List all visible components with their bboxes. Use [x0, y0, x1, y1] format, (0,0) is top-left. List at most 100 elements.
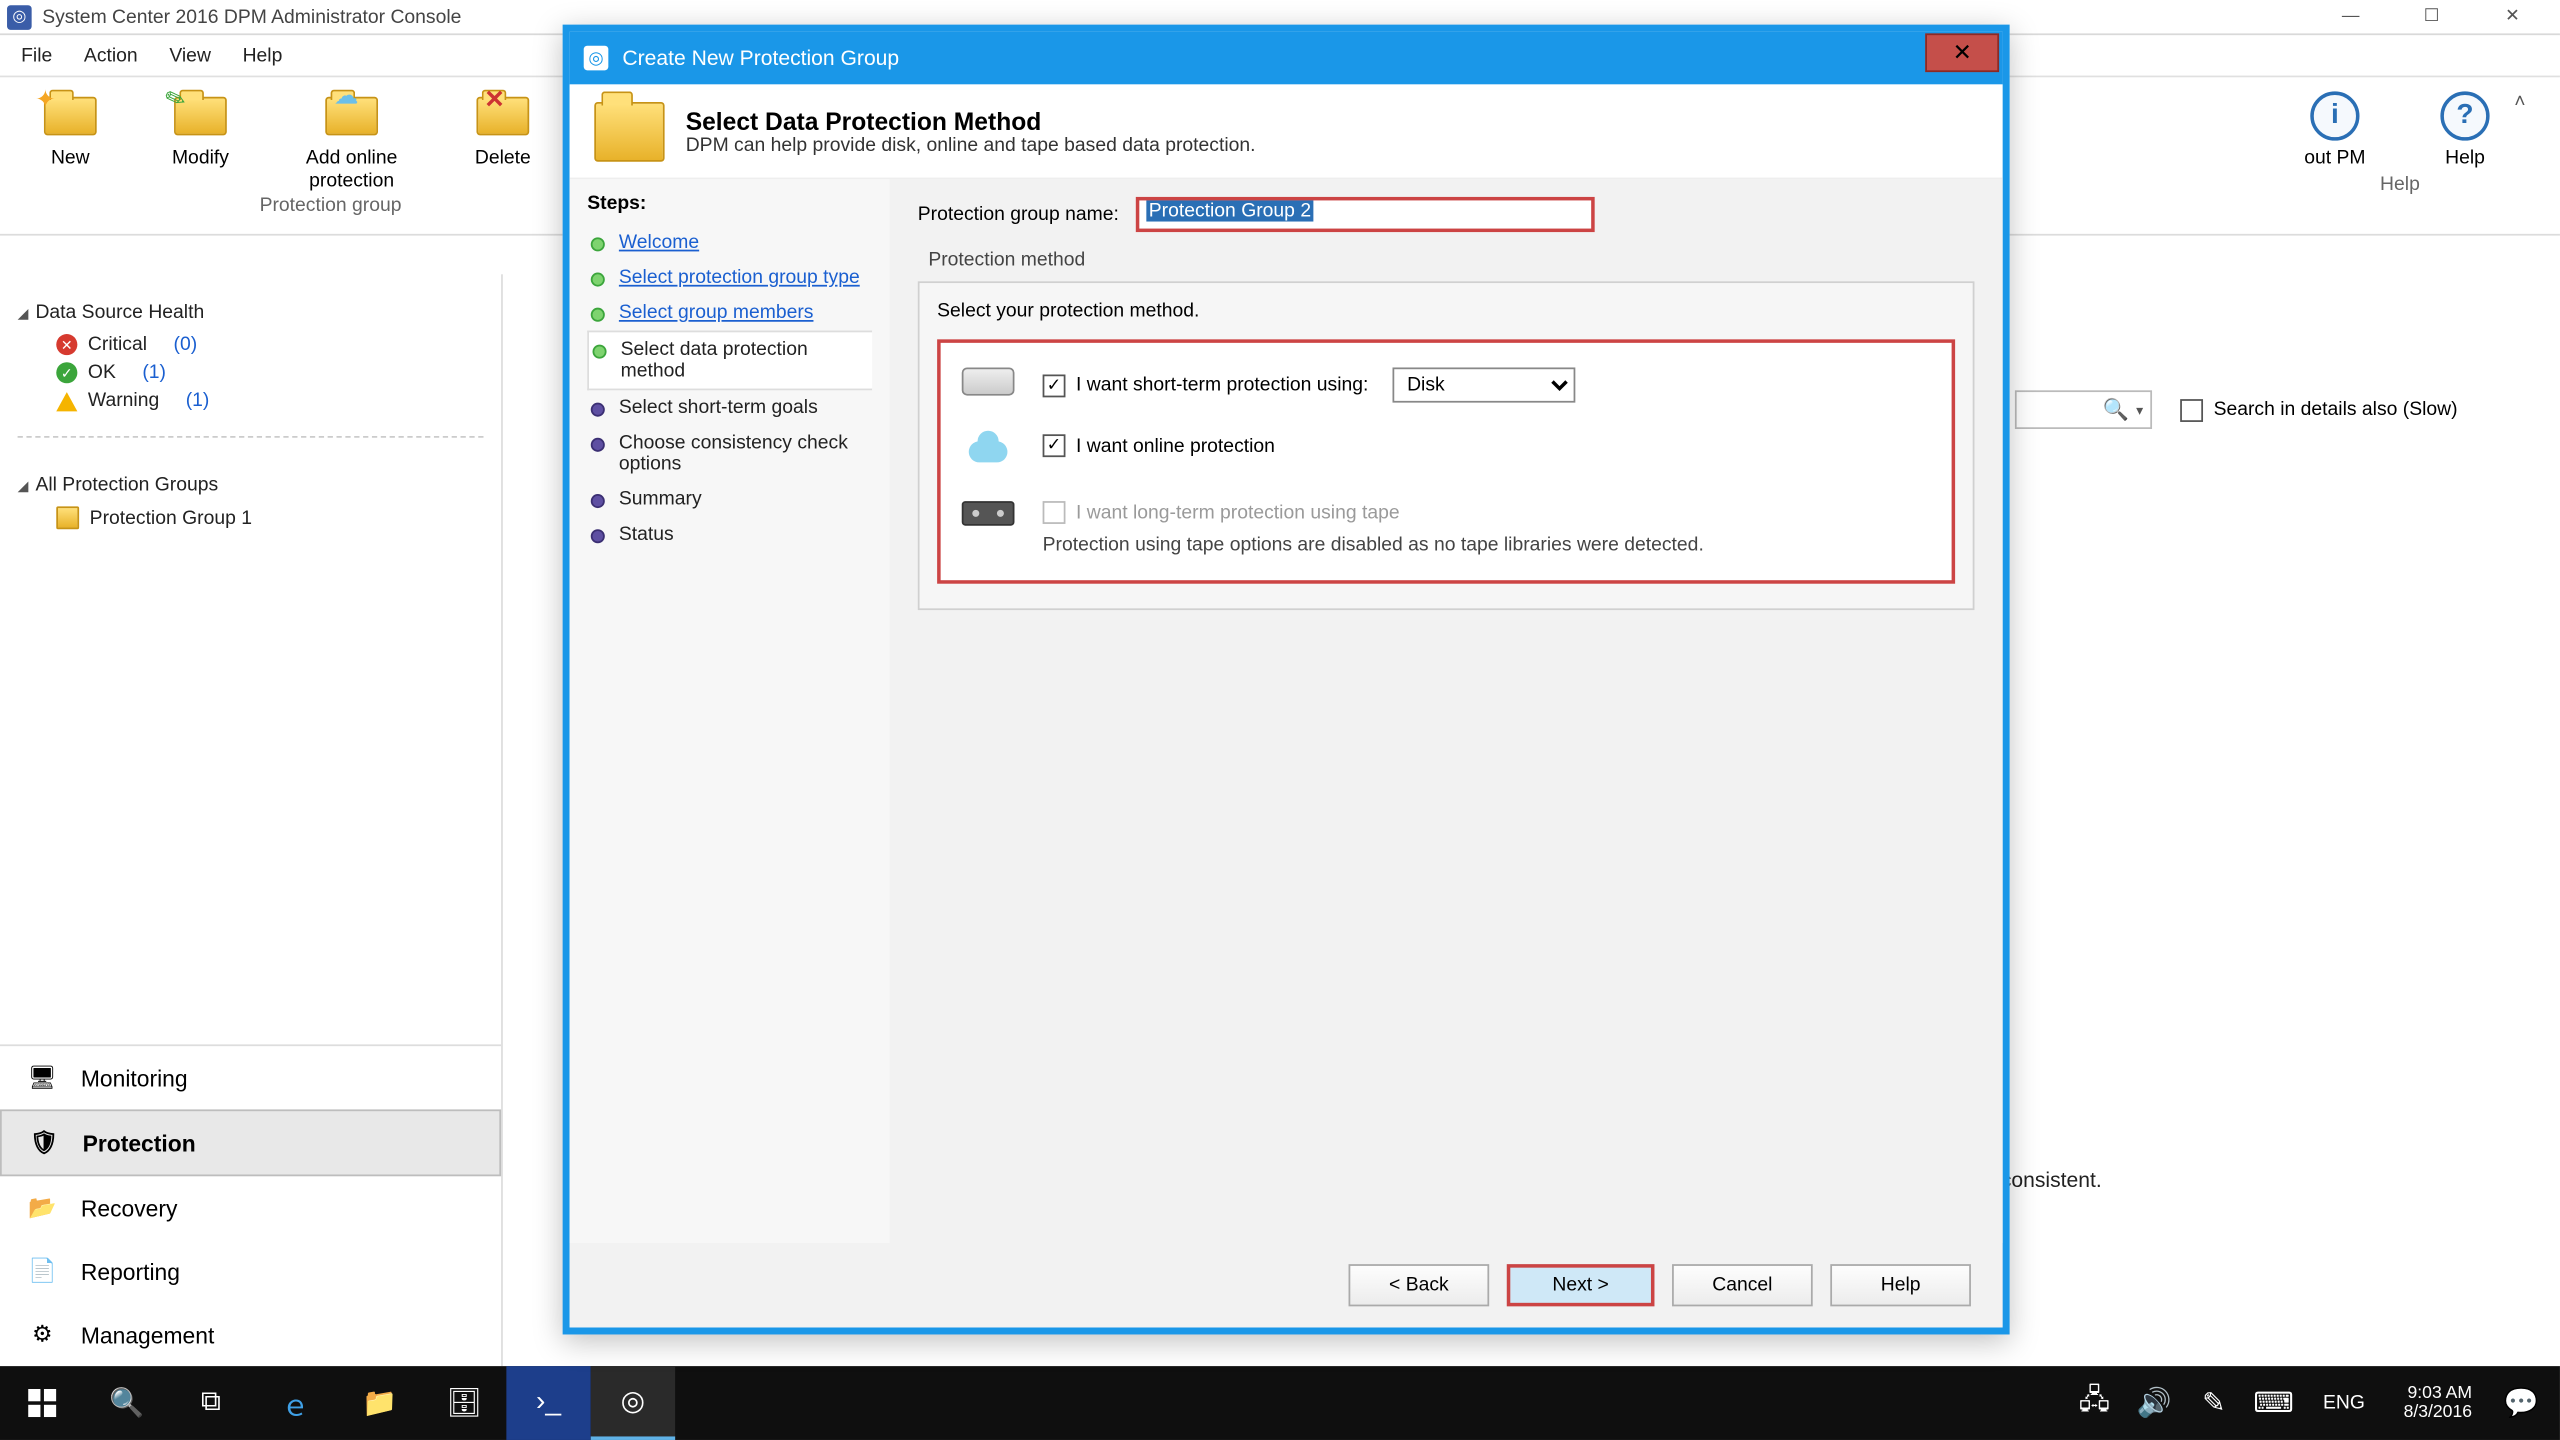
gear-icon: ⚙ — [25, 1317, 60, 1352]
step-consistency: Choose consistency check options — [587, 425, 872, 481]
info-icon: i — [2310, 91, 2359, 140]
protection-group-name-input[interactable]: Protection Group 2 — [1136, 197, 1595, 232]
start-button[interactable] — [0, 1366, 84, 1440]
short-term-row: ✓I want short-term protection using: Dis… — [962, 367, 1931, 406]
monitor-icon: 🖥 — [25, 1060, 60, 1095]
wizard-steps: Steps: Welcome Select protection group t… — [570, 179, 890, 1243]
tray-pen-icon[interactable]: ✎ — [2193, 1366, 2235, 1440]
ribbon-delete[interactable]: × Delete — [454, 88, 552, 192]
recovery-icon: 📂 — [25, 1190, 60, 1225]
close-button[interactable]: ✕ — [2472, 0, 2553, 34]
maximize-button[interactable]: ☐ — [2391, 0, 2472, 34]
ribbon-add-online[interactable]: ☁ Add online protection — [281, 88, 422, 192]
tape-icon — [962, 501, 1015, 526]
taskbar-explorer[interactable]: 📁 — [338, 1366, 422, 1440]
ribbon-group-help: i out PM ? Help Help — [2286, 88, 2515, 202]
nav-recovery[interactable]: 📂Recovery — [0, 1176, 501, 1239]
dpm-main-window: ◎ System Center 2016 DPM Administrator C… — [0, 0, 2560, 1440]
dialog-header: Select Data Protection Method DPM can he… — [570, 84, 2003, 179]
ribbon-group-caption: Protection group — [260, 192, 402, 224]
nav-list: 🖥Monitoring 🛡Protection 📂Recovery 📄Repor… — [0, 1044, 501, 1366]
step-summary: Summary — [587, 482, 872, 517]
tape-protection-checkbox: I want long-term protection using tape — [1043, 501, 1704, 524]
chevron-down-icon[interactable]: ▾ — [2136, 402, 2143, 418]
menu-action[interactable]: Action — [84, 45, 138, 66]
tape-row: I want long-term protection using tape P… — [962, 501, 1931, 556]
dialog-footer: < Back Next > Cancel Help — [570, 1243, 2003, 1327]
tray-clock[interactable]: 9:03 AM8/3/2016 — [2393, 1383, 2483, 1423]
help-icon: ? — [2440, 91, 2489, 140]
protection-group-icon — [56, 506, 79, 529]
protection-method-options: ✓I want short-term protection using: Dis… — [937, 339, 1955, 583]
help-button[interactable]: Help — [1830, 1264, 1971, 1306]
short-term-select[interactable]: Disk — [1393, 367, 1576, 402]
online-protection-checkbox[interactable]: ✓I want online protection — [1043, 434, 1275, 457]
checkbox-icon — [2180, 398, 2203, 421]
dialog-heading: Select Data Protection Method — [686, 106, 1256, 134]
step-group-type[interactable]: Select protection group type — [587, 260, 872, 295]
sidebar: ◢Data Source Health ✕Critical (0) ✓OK (1… — [0, 274, 503, 1366]
ribbon-modify[interactable]: ✎ Modify — [151, 88, 249, 192]
tray-notifications-icon[interactable]: 💬 — [2500, 1366, 2542, 1440]
step-protection-method[interactable]: Select data protection method — [587, 331, 872, 391]
protection-method-box: Select your protection method. ✓I want s… — [918, 281, 1975, 610]
tree-health-header[interactable]: ◢Data Source Health — [18, 302, 484, 323]
tree-group-1[interactable]: Protection Group 1 — [18, 503, 484, 533]
online-row: ✓I want online protection — [962, 434, 1931, 473]
dialog-titlebar: ◎ Create New Protection Group ✕ — [570, 32, 2003, 85]
folder-new-icon: ✦ — [44, 97, 97, 136]
short-term-checkbox[interactable]: ✓I want short-term protection using: — [1043, 374, 1369, 397]
search-input[interactable]: 🔍▾ — [2015, 390, 2152, 429]
create-protection-group-dialog: ◎ Create New Protection Group ✕ Select D… — [563, 25, 2010, 1335]
menu-view[interactable]: View — [169, 45, 211, 66]
menu-help[interactable]: Help — [243, 45, 283, 66]
folder-delete-icon: × — [476, 97, 529, 136]
search-details-checkbox[interactable]: Search in details also (Slow) — [2180, 398, 2457, 421]
health-ok[interactable]: ✓OK (1) — [18, 359, 484, 387]
warning-icon — [56, 391, 77, 410]
next-button[interactable]: Next > — [1507, 1264, 1655, 1306]
critical-icon: ✕ — [56, 334, 77, 355]
nav-reporting[interactable]: 📄Reporting — [0, 1240, 501, 1303]
window-title: System Center 2016 DPM Administrator Con… — [42, 6, 461, 27]
ribbon-about[interactable]: i out PM — [2286, 88, 2384, 170]
search-bar-area: 🔍▾ Search in details also (Slow) — [2001, 352, 2543, 468]
tray-volume-icon[interactable]: 🔊 — [2133, 1366, 2175, 1440]
tray-keyboard-icon[interactable]: ⌨ — [2253, 1366, 2295, 1440]
app-icon: ◎ — [7, 4, 32, 29]
taskbar-powershell[interactable]: ›_ — [506, 1366, 590, 1440]
ribbon-help[interactable]: ? Help — [2416, 88, 2514, 170]
status-note: consistent. — [2001, 1167, 2528, 1192]
dialog-close-button[interactable]: ✕ — [1925, 33, 1999, 72]
ribbon-help-caption: Help — [2380, 170, 2420, 202]
step-group-members[interactable]: Select group members — [587, 295, 872, 330]
taskbar-taskview[interactable]: ⧉ — [169, 1366, 253, 1440]
health-critical[interactable]: ✕Critical (0) — [18, 331, 484, 359]
disk-icon — [962, 367, 1015, 395]
tray-language[interactable]: ENG — [2312, 1392, 2375, 1413]
steps-header: Steps: — [587, 193, 872, 214]
report-icon: 📄 — [25, 1254, 60, 1289]
menu-file[interactable]: File — [21, 45, 52, 66]
taskbar-dpm[interactable]: ◎ — [591, 1366, 675, 1440]
protection-method-text: Select your protection method. — [937, 301, 1955, 322]
tray-network-icon[interactable]: 🖧 — [2073, 1366, 2115, 1440]
taskbar-server[interactable]: 🗄 — [422, 1366, 506, 1440]
cancel-button[interactable]: Cancel — [1672, 1264, 1813, 1306]
nav-protection[interactable]: 🛡Protection — [0, 1109, 501, 1176]
step-welcome[interactable]: Welcome — [587, 225, 872, 260]
step-status: Status — [587, 517, 872, 552]
taskbar-ie[interactable]: ｅ — [253, 1366, 337, 1440]
taskbar-search[interactable]: 🔍 — [84, 1366, 168, 1440]
nav-monitoring[interactable]: 🖥Monitoring — [0, 1046, 501, 1109]
ribbon-group-protection: ✦ New ✎ Modify ☁ Add online protection ×… — [21, 88, 640, 224]
ribbon-new[interactable]: ✦ New — [21, 88, 119, 192]
pg-name-label: Protection group name: — [918, 204, 1119, 225]
nav-management[interactable]: ⚙Management — [0, 1303, 501, 1366]
health-warning[interactable]: Warning (1) — [18, 387, 484, 415]
dialog-title: Create New Protection Group — [622, 46, 899, 71]
back-button[interactable]: < Back — [1349, 1264, 1490, 1306]
minimize-button[interactable]: — — [2310, 0, 2391, 34]
ribbon-collapse-icon[interactable]: ˄ — [2514, 88, 2539, 113]
tree-groups-header[interactable]: ◢All Protection Groups — [18, 475, 484, 496]
